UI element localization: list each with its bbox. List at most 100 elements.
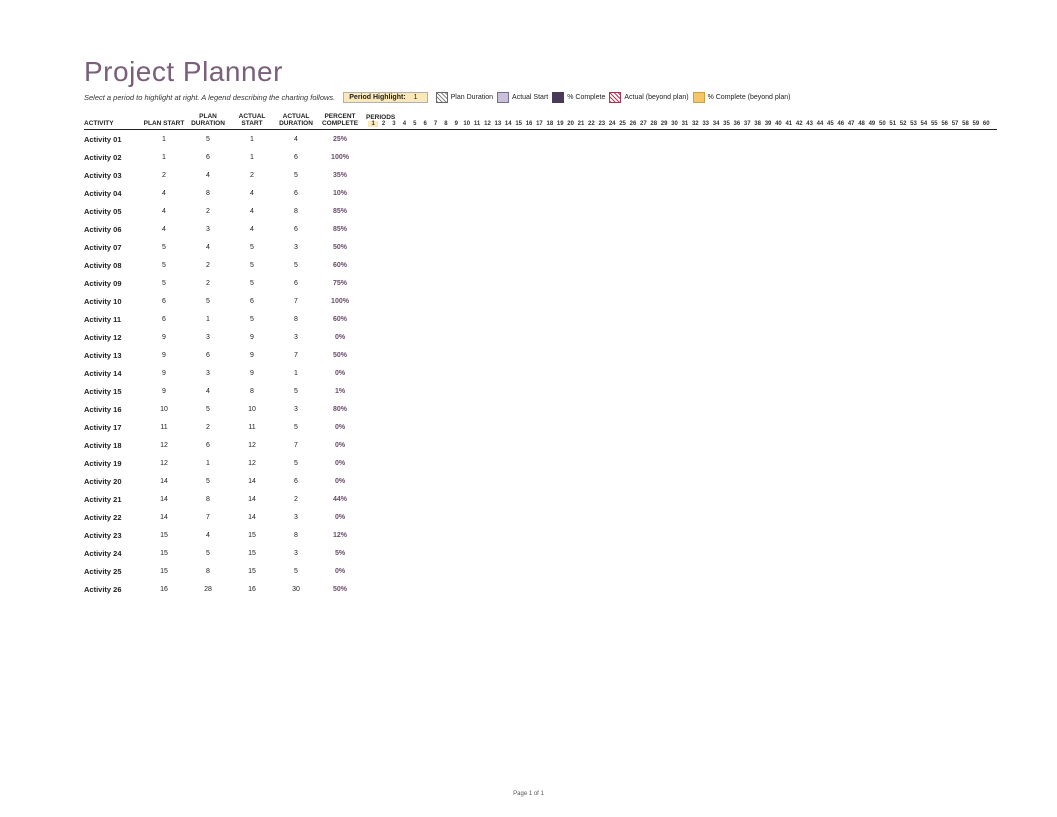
plan-start: 9 [142,334,186,341]
plan-duration: 4 [186,244,230,251]
legend-swatch-icon [497,92,509,103]
table-row: Activity 2114814244% [84,490,997,508]
period-tick[interactable]: 25 [617,121,627,128]
activity-name: Activity 21 [84,495,142,504]
period-tick[interactable]: 52 [898,121,908,128]
period-tick[interactable]: 51 [888,121,898,128]
activity-name: Activity 04 [84,189,142,198]
period-tick[interactable]: 3 [389,121,399,128]
period-tick[interactable]: 9 [451,121,461,128]
period-tick[interactable]: 17 [534,121,544,128]
period-tick[interactable]: 55 [929,121,939,128]
plan-duration: 2 [186,208,230,215]
hint-text: Select a period to highlight at right. A… [84,93,335,102]
table-row: Activity 06434685% [84,220,997,238]
period-tick[interactable]: 30 [669,121,679,128]
period-tick[interactable]: 27 [638,121,648,128]
percent-complete: 1% [318,388,362,395]
period-tick[interactable]: 12 [482,121,492,128]
period-tick[interactable]: 6 [420,121,430,128]
period-tick[interactable]: 11 [472,121,482,128]
period-tick[interactable]: 60 [981,121,991,128]
period-tick[interactable]: 21 [576,121,586,128]
period-tick[interactable]: 47 [846,121,856,128]
period-tick[interactable]: 46 [836,121,846,128]
period-tick[interactable]: 28 [649,121,659,128]
percent-complete: 0% [318,460,362,467]
period-tick[interactable]: 8 [441,121,451,128]
period-tick[interactable]: 20 [565,121,575,128]
activity-name: Activity 15 [84,387,142,396]
table-row: Activity 191211250% [84,454,997,472]
period-tick[interactable]: 14 [503,121,513,128]
period-tick[interactable]: 7 [430,121,440,128]
period-tick[interactable]: 2 [378,121,388,128]
plan-duration: 5 [186,298,230,305]
period-tick[interactable]: 29 [659,121,669,128]
period-tick[interactable]: 23 [597,121,607,128]
period-tick[interactable]: 44 [815,121,825,128]
table-row: Activity 171121150% [84,418,997,436]
period-tick[interactable]: 42 [794,121,804,128]
period-tick[interactable]: 48 [856,121,866,128]
actual-start: 11 [230,424,274,431]
period-tick[interactable]: 38 [752,121,762,128]
plan-start: 15 [142,532,186,539]
actual-duration: 7 [274,298,318,305]
activity-name: Activity 23 [84,531,142,540]
activity-name: Activity 12 [84,333,142,342]
plan-duration: 6 [186,154,230,161]
period-tick[interactable]: 49 [867,121,877,128]
plan-start: 14 [142,478,186,485]
actual-duration: 6 [274,154,318,161]
period-tick[interactable]: 32 [690,121,700,128]
period-tick[interactable]: 4 [399,121,409,128]
period-tick[interactable]: 18 [545,121,555,128]
period-tick[interactable]: 24 [607,121,617,128]
period-tick[interactable]: 54 [919,121,929,128]
period-tick[interactable]: 15 [513,121,523,128]
period-tick[interactable]: 58 [960,121,970,128]
period-tick[interactable]: 36 [732,121,742,128]
plan-start: 5 [142,262,186,269]
actual-duration: 3 [274,550,318,557]
period-tick[interactable]: 34 [711,121,721,128]
period-tick[interactable]: 41 [784,121,794,128]
period-tick[interactable]: 13 [493,121,503,128]
period-tick[interactable]: 10 [462,121,472,128]
period-tick[interactable]: 45 [825,121,835,128]
period-tick[interactable]: 53 [908,121,918,128]
legend-label: Actual (beyond plan) [624,94,688,101]
period-tick[interactable]: 39 [763,121,773,128]
legend-swatch-icon [552,92,564,103]
plan-duration: 3 [186,370,230,377]
actual-start: 12 [230,460,274,467]
period-tick[interactable]: 16 [524,121,534,128]
period-tick[interactable]: 19 [555,121,565,128]
period-tick[interactable]: 31 [680,121,690,128]
period-tick[interactable]: 56 [939,121,949,128]
period-tick[interactable]: 37 [742,121,752,128]
period-tick[interactable]: 35 [721,121,731,128]
period-tick[interactable]: 57 [950,121,960,128]
period-tick[interactable]: 40 [773,121,783,128]
activity-name: Activity 09 [84,279,142,288]
page-footer: Page 1 of 1 [0,791,1057,797]
percent-complete: 35% [318,172,362,179]
period-tick[interactable]: 1 [368,121,378,128]
period-tick[interactable]: 22 [586,121,596,128]
period-tick[interactable]: 33 [701,121,711,128]
activity-name: Activity 08 [84,261,142,270]
period-tick[interactable]: 43 [804,121,814,128]
plan-start: 5 [142,280,186,287]
period-highlight-box[interactable]: Period Highlight: 1 [343,92,427,103]
period-tick[interactable]: 5 [410,121,420,128]
plan-start: 15 [142,568,186,575]
actual-start: 15 [230,550,274,557]
plan-start: 1 [142,136,186,143]
period-tick[interactable]: 50 [877,121,887,128]
plan-start: 4 [142,190,186,197]
plan-duration: 3 [186,334,230,341]
period-tick[interactable]: 26 [628,121,638,128]
period-tick[interactable]: 59 [971,121,981,128]
